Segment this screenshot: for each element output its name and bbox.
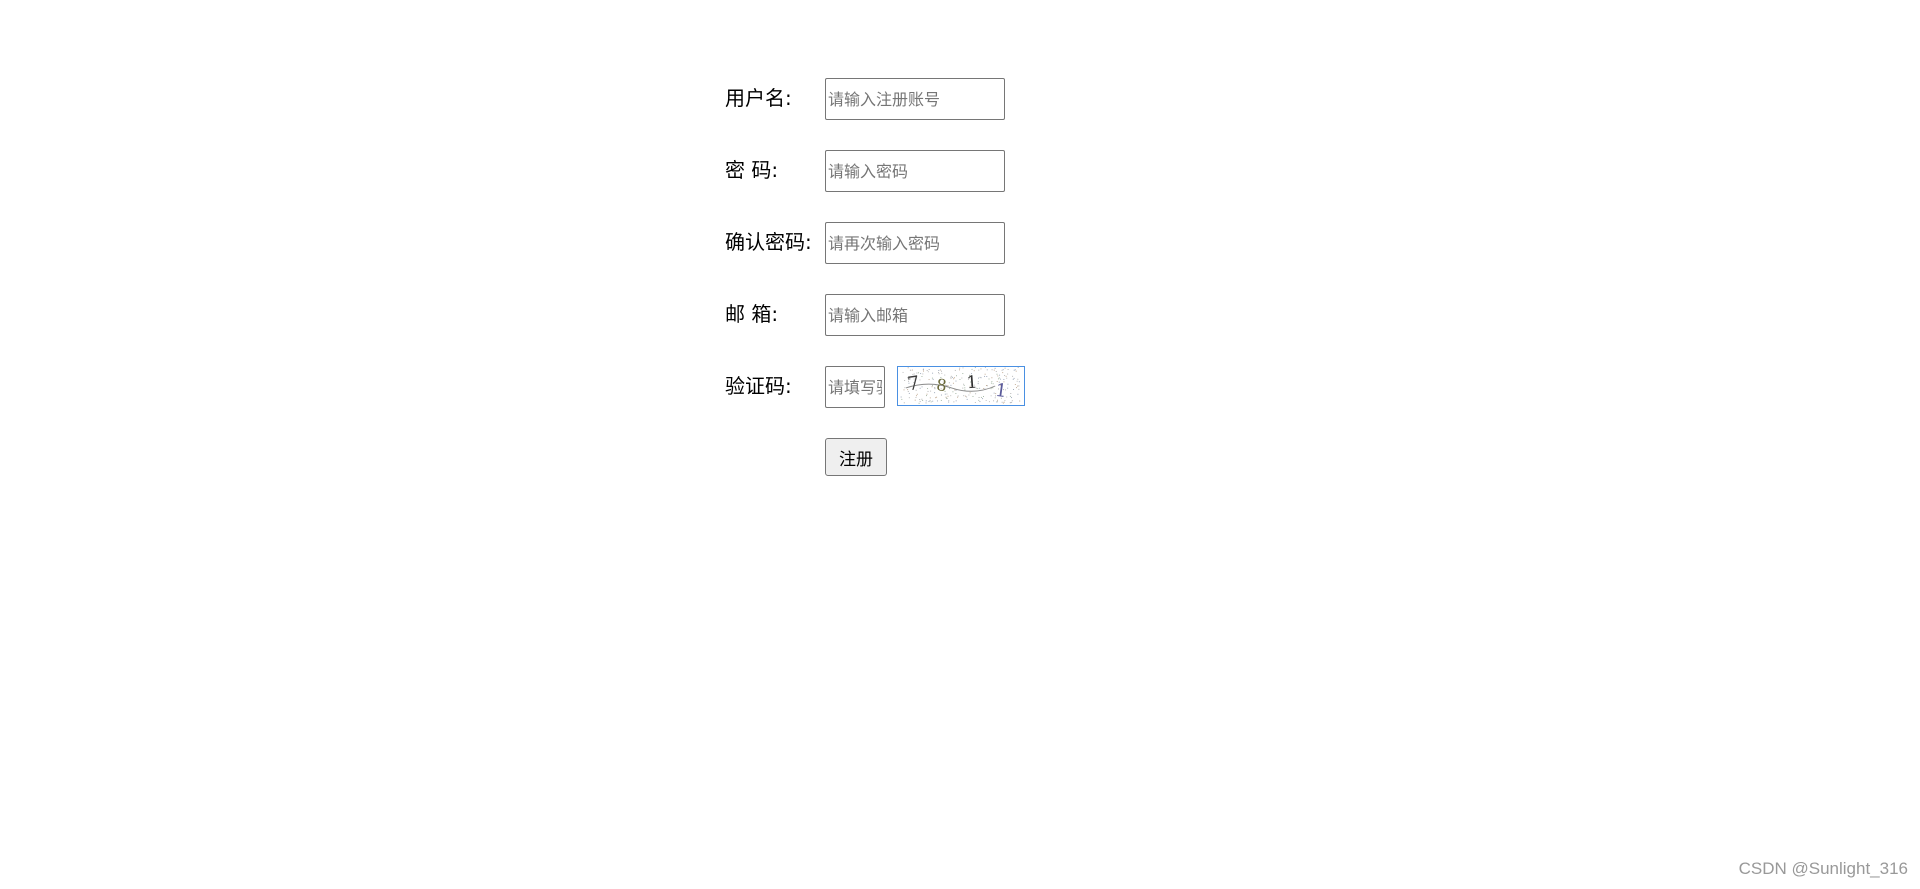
captcha-char: 8 xyxy=(935,375,947,395)
register-page: 用户名: 密 码: 确认密码: 邮 箱: 验证码: 7 8 1 1 xyxy=(0,0,1920,889)
username-input[interactable] xyxy=(825,78,1005,120)
username-label: 用户名: xyxy=(725,86,792,110)
password-input[interactable] xyxy=(825,150,1005,192)
confirm-password-input[interactable] xyxy=(825,222,1005,264)
register-button[interactable]: 注册 xyxy=(825,438,887,476)
captcha-char: 1 xyxy=(994,380,1008,402)
confirm-password-label: 确认密码: xyxy=(725,230,812,254)
watermark: CSDN @Sunlight_316 xyxy=(1738,859,1908,878)
email-label: 邮 箱: xyxy=(725,302,779,326)
captcha-label: 验证码: xyxy=(725,374,792,398)
email-input[interactable] xyxy=(825,294,1005,336)
captcha-char: 1 xyxy=(966,373,978,394)
password-label: 密 码: xyxy=(725,158,779,182)
captcha-image[interactable]: 7 8 1 1 xyxy=(897,366,1025,406)
captcha-input[interactable] xyxy=(825,366,885,408)
captcha-char: 7 xyxy=(906,372,921,395)
